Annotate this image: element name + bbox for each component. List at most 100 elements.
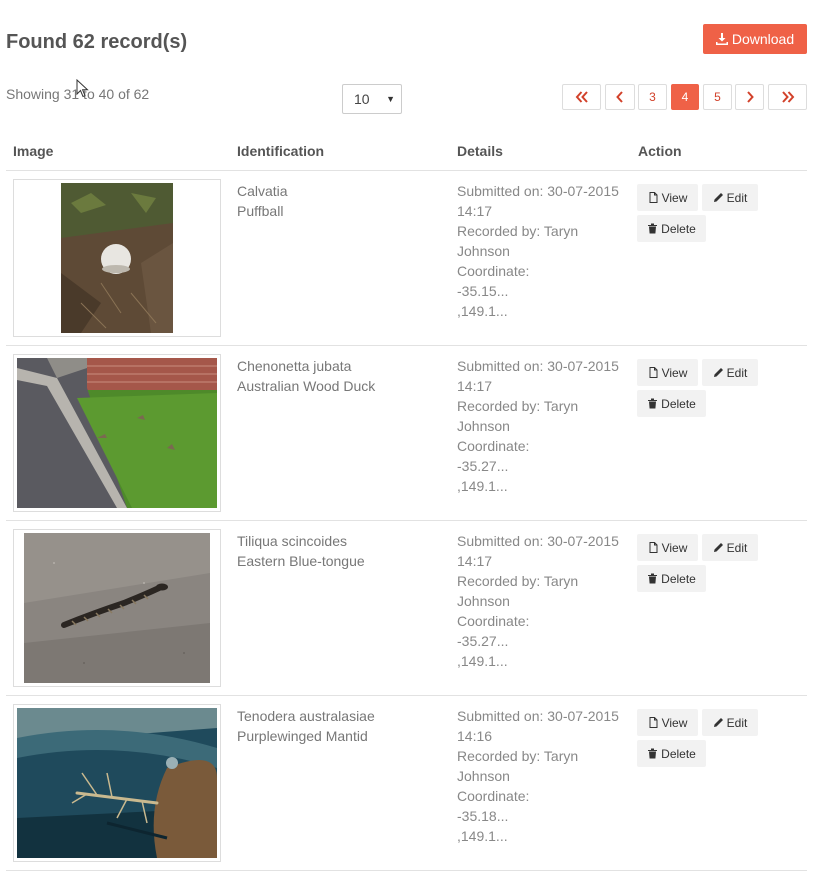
identification: Tenodera australasiae Purplewinged Manti… <box>237 706 375 746</box>
mouse-cursor-icon <box>76 79 89 98</box>
identification: Chenonetta jubata Australian Wood Duck <box>237 356 375 396</box>
file-icon <box>649 367 658 378</box>
column-header-image: Image <box>13 143 54 159</box>
delete-label: Delete <box>661 746 696 761</box>
edit-label: Edit <box>726 540 748 555</box>
submitted-time: 14:17 <box>457 553 493 569</box>
delete-button[interactable]: Delete <box>637 390 706 417</box>
chevron-right-icon <box>746 91 754 103</box>
caret-down-icon: ▼ <box>386 94 395 104</box>
recorded-by: Recorded by: Taryn <box>457 398 579 414</box>
last-page-button[interactable] <box>768 84 807 110</box>
view-button[interactable]: View <box>637 359 698 386</box>
coordinate-label: Coordinate: <box>457 788 530 804</box>
file-icon <box>649 542 658 553</box>
download-icon <box>715 33 728 45</box>
record-thumbnail[interactable] <box>13 529 221 687</box>
submitted-on: Submitted on: 30-07-2015 <box>457 533 619 549</box>
longitude: ,149.1... <box>457 478 508 494</box>
identification: Calvatia Puffball <box>237 181 288 221</box>
column-header-action: Action <box>638 143 682 159</box>
pencil-icon <box>713 543 723 552</box>
edit-button[interactable]: Edit <box>702 184 758 211</box>
recorder-surname: Johnson <box>457 768 510 784</box>
download-button[interactable]: Download <box>703 24 807 54</box>
edit-label: Edit <box>726 365 748 380</box>
scientific-name: Tiliqua scincoides <box>237 533 347 549</box>
table-row: Calvatia Puffball Submitted on: 30-07-20… <box>6 171 807 346</box>
common-name: Eastern Blue-tongue <box>237 553 365 569</box>
scientific-name: Chenonetta jubata <box>237 358 352 374</box>
record-details: Submitted on: 30-07-2015 14:17 Recorded … <box>457 531 627 671</box>
recorded-by: Recorded by: Taryn <box>457 573 579 589</box>
delete-label: Delete <box>661 396 696 411</box>
view-label: View <box>661 715 688 730</box>
coordinate-label: Coordinate: <box>457 438 530 454</box>
common-name: Purplewinged Mantid <box>237 728 368 744</box>
row-divider <box>6 870 807 871</box>
scientific-name: Calvatia <box>237 183 288 199</box>
recorder-surname: Johnson <box>457 243 510 259</box>
longitude: ,149.1... <box>457 828 508 844</box>
recorded-by: Recorded by: Taryn <box>457 223 579 239</box>
next-page-button[interactable] <box>735 84 764 110</box>
edit-button[interactable]: Edit <box>702 359 758 386</box>
common-name: Australian Wood Duck <box>237 378 376 394</box>
submitted-time: 14:16 <box>457 728 493 744</box>
record-thumbnail[interactable] <box>13 179 221 337</box>
record-details: Submitted on: 30-07-2015 14:16 Recorded … <box>457 706 627 846</box>
identification: Tiliqua scincoides Eastern Blue-tongue <box>237 531 365 571</box>
page-5-button[interactable]: 5 <box>703 84 732 110</box>
column-header-details: Details <box>457 143 503 159</box>
recorder-surname: Johnson <box>457 593 510 609</box>
delete-label: Delete <box>661 221 696 236</box>
recorded-by: Recorded by: Taryn <box>457 748 579 764</box>
longitude: ,149.1... <box>457 303 508 319</box>
view-button[interactable]: View <box>637 709 698 736</box>
view-button[interactable]: View <box>637 534 698 561</box>
submitted-on: Submitted on: 30-07-2015 <box>457 183 619 199</box>
page-size-value: 10 <box>354 91 370 107</box>
view-label: View <box>661 365 688 380</box>
latitude: -35.15... <box>457 283 509 299</box>
street-kerb-grass-photo <box>17 358 217 508</box>
first-page-button[interactable] <box>562 84 601 110</box>
view-label: View <box>661 540 688 555</box>
trash-icon <box>648 748 658 759</box>
puffball-fungus-photo <box>61 183 173 333</box>
edit-label: Edit <box>726 715 748 730</box>
record-thumbnail[interactable] <box>13 354 221 512</box>
delete-button[interactable]: Delete <box>637 565 706 592</box>
trash-icon <box>648 223 658 234</box>
column-header-identification: Identification <box>237 143 325 159</box>
page-size-select[interactable]: 10 ▼ <box>342 84 402 114</box>
submitted-on: Submitted on: 30-07-2015 <box>457 358 619 374</box>
page-title: Found 62 record(s) <box>6 31 188 53</box>
file-icon <box>649 717 658 728</box>
submitted-on: Submitted on: 30-07-2015 <box>457 708 619 724</box>
chevron-left-icon <box>616 91 623 103</box>
edit-label: Edit <box>726 190 748 205</box>
latitude: -35.18... <box>457 808 509 824</box>
download-label: Download <box>731 31 795 47</box>
page-3-button[interactable]: 3 <box>638 84 667 110</box>
delete-label: Delete <box>661 571 696 586</box>
edit-button[interactable]: Edit <box>702 534 758 561</box>
table-row: Tenodera australasiae Purplewinged Manti… <box>6 696 807 871</box>
pencil-icon <box>713 718 723 727</box>
page-4-button[interactable]: 4 <box>671 84 699 110</box>
latitude: -35.27... <box>457 633 509 649</box>
delete-button[interactable]: Delete <box>637 740 706 767</box>
delete-button[interactable]: Delete <box>637 215 706 242</box>
submitted-time: 14:17 <box>457 203 493 219</box>
previous-page-button[interactable] <box>605 84 635 110</box>
edit-button[interactable]: Edit <box>702 709 758 736</box>
double-chevron-right-icon <box>781 91 794 103</box>
pencil-icon <box>713 368 723 377</box>
table-row: Tiliqua scincoides Eastern Blue-tongue S… <box>6 521 807 696</box>
file-icon <box>649 192 658 203</box>
table-row: Chenonetta jubata Australian Wood Duck S… <box>6 346 807 521</box>
trash-icon <box>648 573 658 584</box>
record-thumbnail[interactable] <box>13 704 221 862</box>
view-button[interactable]: View <box>637 184 698 211</box>
